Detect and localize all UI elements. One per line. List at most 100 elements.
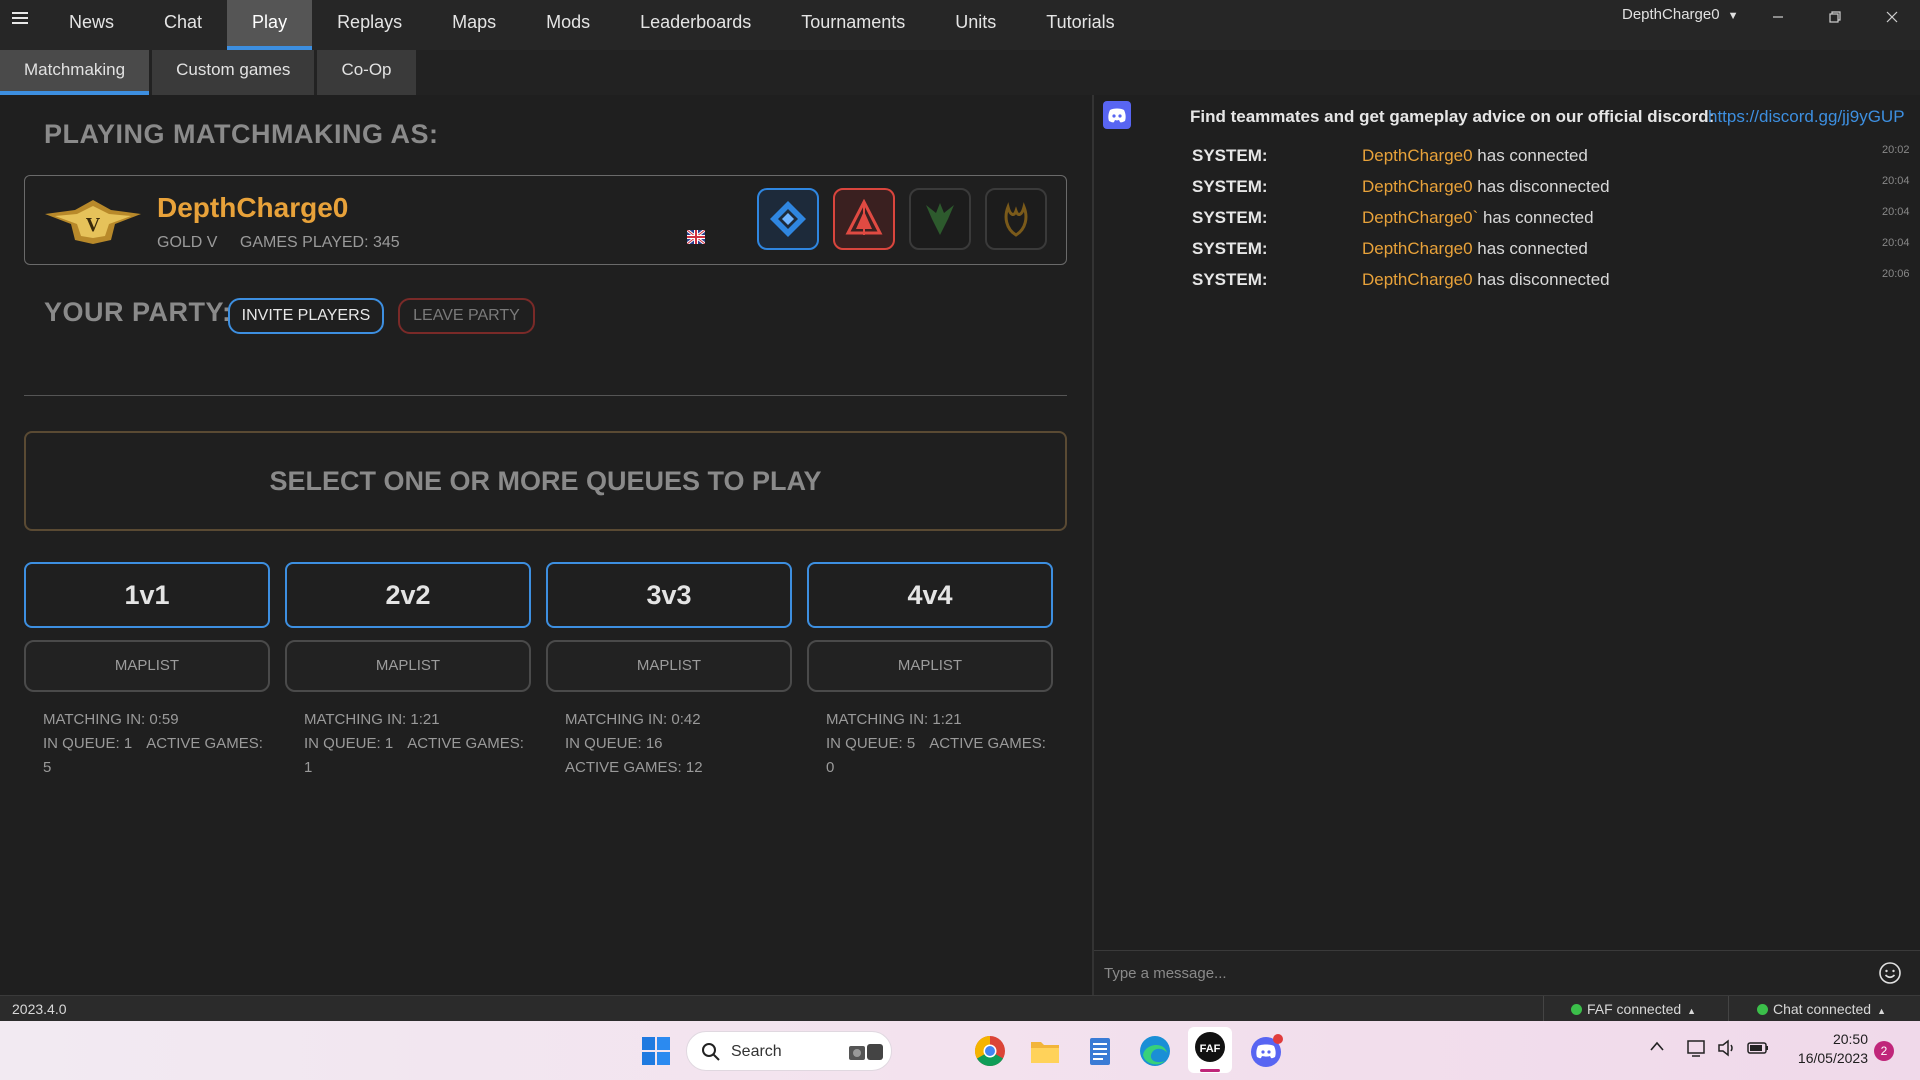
message-body: has disconnected xyxy=(1472,177,1610,196)
queue-3v3-button[interactable]: 3v3 xyxy=(546,562,792,628)
emoji-icon[interactable] xyxy=(1878,961,1902,985)
player-name: DepthCharge0 xyxy=(157,192,349,223)
faction-seraphim-toggle[interactable] xyxy=(985,188,1047,250)
nav-chat[interactable]: Chat xyxy=(139,0,227,50)
chat-message: SYSTEM: DepthCharge0 has disconnected 20… xyxy=(1094,264,1920,294)
tab-matchmaking[interactable]: Matchmaking xyxy=(0,50,150,95)
message-timestamp: 20:06 xyxy=(1882,268,1910,280)
queue-1v1-maplist-button[interactable]: MAPLIST xyxy=(24,640,270,692)
clock-date: 16/05/2023 xyxy=(1797,1050,1868,1066)
notepad-icon[interactable] xyxy=(1080,1031,1120,1071)
chat-message: SYSTEM: DepthCharge0 has connected 20:02 xyxy=(1094,140,1920,170)
chat-message: SYSTEM: DepthCharge0` has connected 20:0… xyxy=(1094,202,1920,232)
show-hidden-icons-chevron[interactable] xyxy=(1649,1039,1665,1055)
queue-matching-time: MATCHING IN: 1:21 xyxy=(304,711,440,728)
queue-1v1-info: MATCHING IN: 0:59 IN QUEUE: 1 ACTIVE GAME… xyxy=(24,708,270,780)
tab-custom-games[interactable]: Custom games xyxy=(152,50,315,95)
hamburger-menu-icon[interactable] xyxy=(12,12,28,28)
message-sender: SYSTEM: xyxy=(1192,270,1268,289)
close-button[interactable] xyxy=(1872,4,1912,34)
faction-uef-toggle[interactable] xyxy=(757,188,819,250)
nav-tournaments[interactable]: Tournaments xyxy=(776,0,930,50)
queue-in-queue: IN QUEUE: 1 xyxy=(43,735,133,752)
edge-browser-icon[interactable] xyxy=(1135,1031,1175,1071)
message-sender: SYSTEM: xyxy=(1192,177,1268,196)
message-timestamp: 20:04 xyxy=(1882,237,1910,249)
nav-units[interactable]: Units xyxy=(930,0,1021,50)
queue-4v4-button[interactable]: 4v4 xyxy=(807,562,1053,628)
queue-4v4-maplist-button[interactable]: MAPLIST xyxy=(807,640,1053,692)
file-explorer-icon[interactable] xyxy=(1025,1031,1065,1071)
queue-2v2-info: MATCHING IN: 1:21 IN QUEUE: 1 ACTIVE GAME… xyxy=(285,708,531,780)
queue-4v4: 4v4 MAPLIST MATCHING IN: 1:21 IN QUEUE: … xyxy=(807,562,1053,780)
discord-icon xyxy=(1103,101,1131,129)
volume-icon[interactable] xyxy=(1716,1037,1738,1059)
queue-1v1-button[interactable]: 1v1 xyxy=(24,562,270,628)
uk-flag-icon xyxy=(687,230,705,244)
battery-icon[interactable] xyxy=(1746,1037,1770,1059)
faf-client-taskbar-button[interactable]: FAF xyxy=(1188,1027,1232,1073)
message-text: DepthCharge0` has connected xyxy=(1362,208,1594,228)
windows-start-icon[interactable] xyxy=(636,1031,676,1071)
faf-app-icon: FAF xyxy=(1195,1032,1225,1062)
chat-message: SYSTEM: DepthCharge0 has connected 20:04 xyxy=(1094,233,1920,263)
nav-mods[interactable]: Mods xyxy=(521,0,615,50)
message-sender: SYSTEM: xyxy=(1192,146,1268,165)
player-rank: GOLD V xyxy=(157,234,218,251)
nav-tutorials[interactable]: Tutorials xyxy=(1021,0,1139,50)
message-username[interactable]: DepthCharge0 xyxy=(1362,177,1473,196)
faction-cybran-toggle[interactable] xyxy=(909,188,971,250)
message-timestamp: 20:02 xyxy=(1882,144,1910,156)
chevron-down-icon: ▼ xyxy=(1727,10,1739,22)
faf-status-label: FAF connected xyxy=(1587,1001,1682,1017)
discord-app-icon[interactable] xyxy=(1246,1031,1286,1071)
message-username[interactable]: DepthCharge0` xyxy=(1362,208,1478,227)
user-menu[interactable]: DepthCharge0 ▼ xyxy=(1622,6,1738,23)
seraphim-faction-icon xyxy=(1004,202,1028,237)
nav-news[interactable]: News xyxy=(44,0,139,50)
restore-button[interactable] xyxy=(1815,4,1855,34)
queue-matching-time: MATCHING IN: 1:21 xyxy=(826,711,962,728)
tab-co-op[interactable]: Co-Op xyxy=(317,50,416,95)
discord-invite-text: Find teammates and get gameplay advice o… xyxy=(1190,107,1715,126)
discord-invite-link[interactable]: https://discord.gg/jj9yGUP xyxy=(1708,107,1905,127)
faf-connection-status[interactable]: FAF connected ▲ xyxy=(1571,1001,1696,1017)
queue-2v2-maplist-button[interactable]: MAPLIST xyxy=(285,640,531,692)
queue-2v2: 2v2 MAPLIST MATCHING IN: 1:21 IN QUEUE: … xyxy=(285,562,531,780)
minimize-button[interactable] xyxy=(1758,4,1798,34)
active-app-indicator xyxy=(1200,1069,1220,1072)
display-icon[interactable] xyxy=(1686,1037,1708,1059)
notification-badge[interactable]: 2 xyxy=(1874,1041,1894,1061)
queue-3v3-maplist-button[interactable]: MAPLIST xyxy=(546,640,792,692)
chat-connection-status[interactable]: Chat connected ▲ xyxy=(1757,1001,1886,1017)
chevron-up-icon xyxy=(1650,1041,1664,1051)
nav-replays[interactable]: Replays xyxy=(312,0,427,50)
chat-panel: Find teammates and get gameplay advice o… xyxy=(1094,95,1920,995)
faf-icon-text: FAF xyxy=(1200,1043,1221,1055)
taskbar-clock[interactable]: 20:50 16/05/2023 xyxy=(1784,1030,1868,1068)
queue-2v2-button[interactable]: 2v2 xyxy=(285,562,531,628)
aeon-faction-icon xyxy=(845,199,883,235)
chrome-icon[interactable] xyxy=(970,1031,1010,1071)
nav-maps[interactable]: Maps xyxy=(427,0,521,50)
nav-play[interactable]: Play xyxy=(227,0,313,50)
message-text: DepthCharge0 has connected xyxy=(1362,239,1588,259)
leave-party-button[interactable]: LEAVE PARTY xyxy=(398,298,535,334)
taskbar-search[interactable]: Search xyxy=(686,1031,892,1071)
message-username[interactable]: DepthCharge0 xyxy=(1362,270,1473,289)
chat-message-input[interactable] xyxy=(1104,959,1864,987)
queue-3v3-info: MATCHING IN: 0:42 IN QUEUE: 16 ACTIVE GA… xyxy=(546,708,792,780)
playing-as-heading: PLAYING MATCHMAKING AS: xyxy=(44,119,439,149)
invite-players-button[interactable]: INVITE PLAYERS xyxy=(228,298,384,334)
message-username[interactable]: DepthCharge0 xyxy=(1362,239,1473,258)
message-username[interactable]: DepthCharge0 xyxy=(1362,146,1473,165)
matchmaking-panel: PLAYING MATCHMAKING AS: V DepthCharge0 G… xyxy=(0,95,1092,995)
nav-leaderboards[interactable]: Leaderboards xyxy=(615,0,776,50)
windows-taskbar: Search FAF 20:50 16/05/2023 2 xyxy=(0,1021,1920,1080)
chevron-up-icon: ▲ xyxy=(1877,1006,1886,1016)
message-timestamp: 20:04 xyxy=(1882,206,1910,218)
queue-1v1: 1v1 MAPLIST MATCHING IN: 0:59 IN QUEUE: … xyxy=(24,562,270,780)
queue-3v3: 3v3 MAPLIST MATCHING IN: 0:42 IN QUEUE: … xyxy=(546,562,792,780)
faction-aeon-toggle[interactable] xyxy=(833,188,895,250)
message-sender: SYSTEM: xyxy=(1192,239,1268,258)
